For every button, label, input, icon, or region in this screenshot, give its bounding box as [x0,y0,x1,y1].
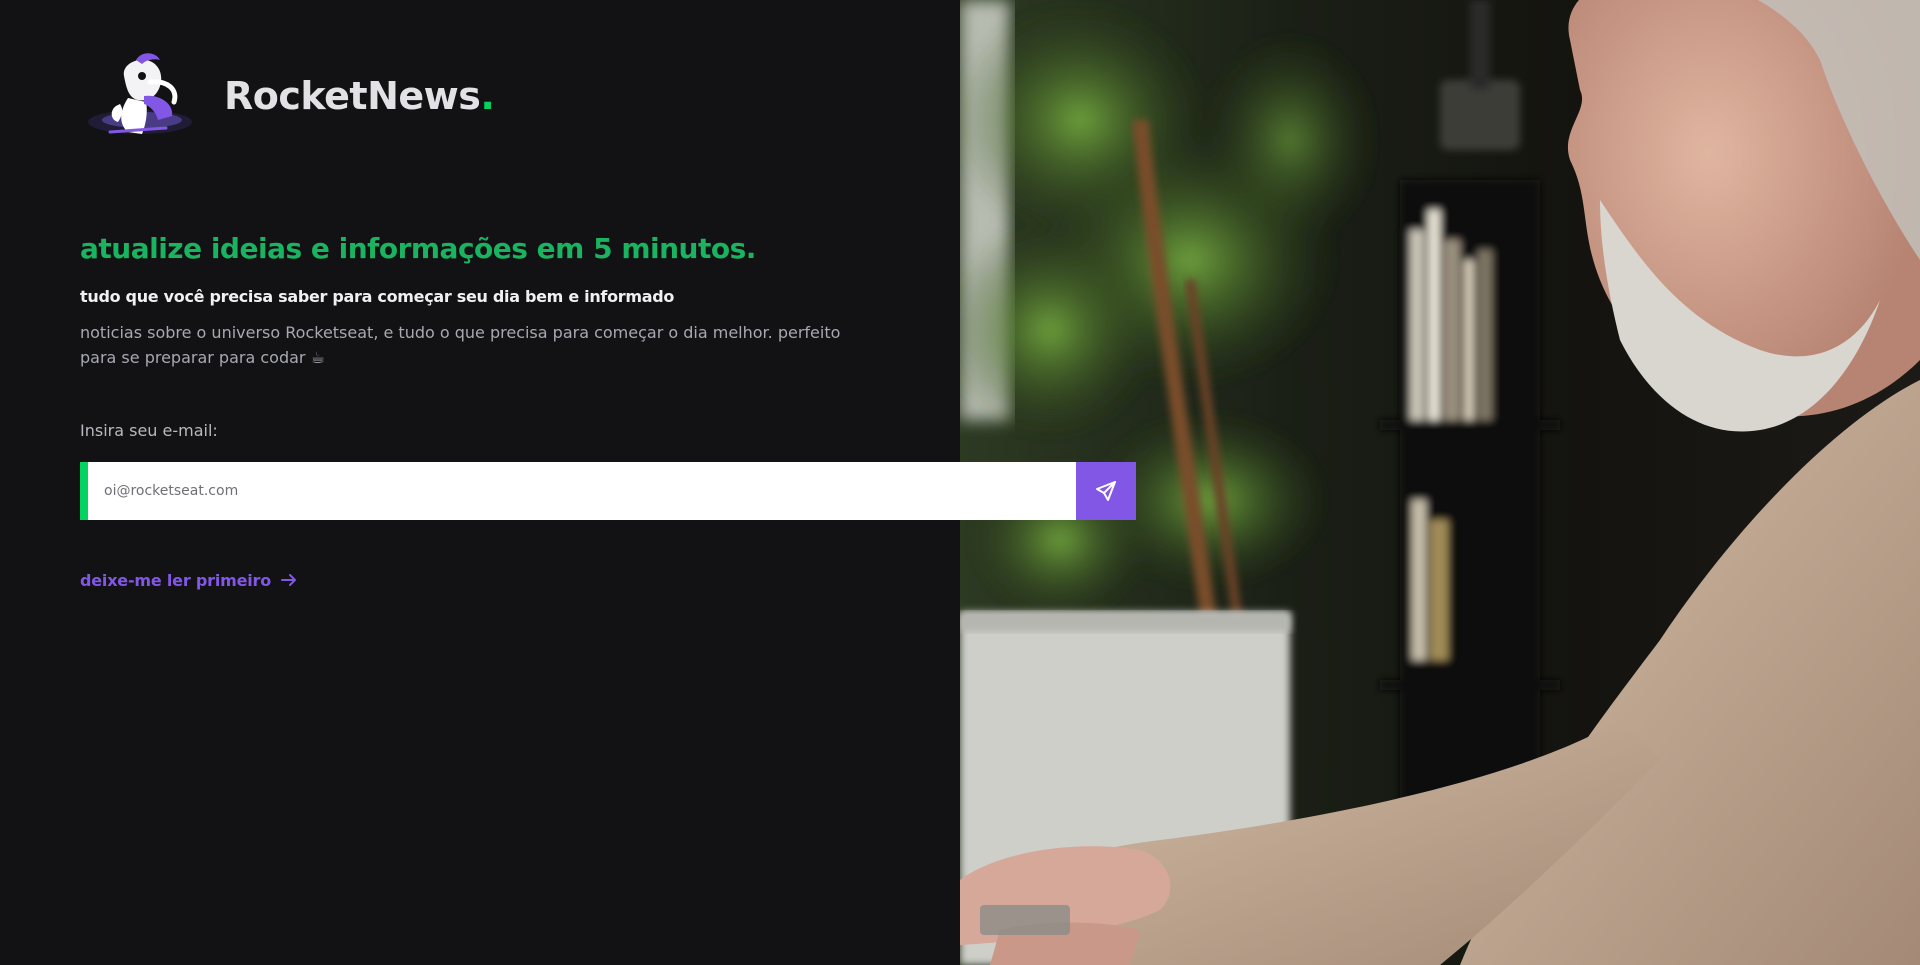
email-form [80,462,1136,520]
brand[interactable]: RocketNews. [80,46,495,146]
read-first-label: deixe-me ler primeiro [80,570,272,590]
read-first-link[interactable]: deixe-me ler primeiro [80,570,299,590]
send-button[interactable] [1076,462,1136,520]
brand-name: RocketNews. [224,74,495,118]
headline: atualize ideias e informações em 5 minut… [80,232,756,265]
astronaut-mascot-logo [88,53,192,134]
email-label: Insira seu e-mail: [80,421,218,440]
send-paper-plane-icon [1096,481,1116,501]
description: noticias sobre o universo Rocketseat, e … [80,323,841,367]
brand-dot: . [480,74,495,118]
arrow-right-icon [279,570,299,590]
email-input[interactable] [88,462,1076,520]
input-accent-bar [80,462,88,520]
subheadline: tudo que você precisa saber para começar… [80,287,675,306]
